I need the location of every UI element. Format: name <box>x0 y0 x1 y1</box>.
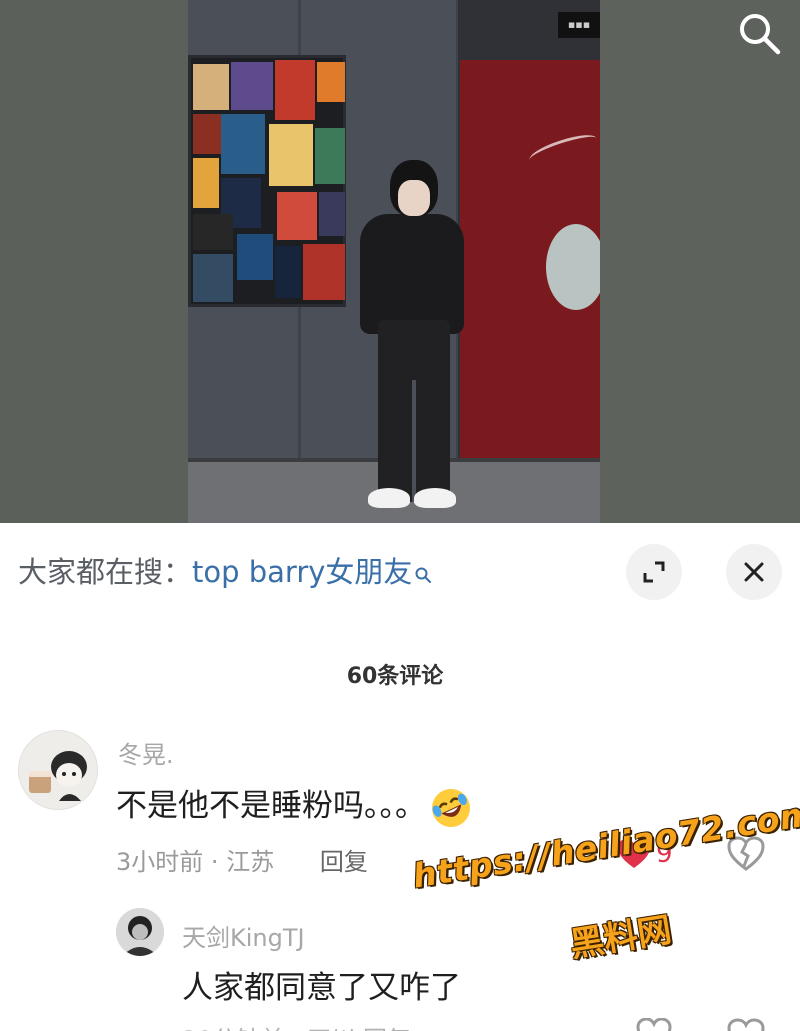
comment-text-body: 不是他不是睡粉吗。。。 <box>116 788 426 824</box>
poster <box>193 114 221 154</box>
comment-author[interactable]: 冬晃. <box>118 735 174 770</box>
meta-separator: · <box>210 848 219 876</box>
poster <box>319 192 345 236</box>
reply-author[interactable]: 天剑KingTJ <box>182 918 305 953</box>
poster <box>277 192 317 240</box>
search-suggestion[interactable]: 大家都在搜：top barry女朋友 <box>18 552 432 594</box>
poster-board <box>188 55 346 307</box>
broken-heart-icon <box>727 1018 765 1031</box>
door-window <box>546 224 600 310</box>
comment-meta: 3小时前 · 江苏 回复 <box>116 842 368 877</box>
comment-location: 江苏 <box>226 848 275 876</box>
poster <box>315 128 345 184</box>
poster <box>275 246 301 298</box>
expand-button[interactable] <box>626 544 682 600</box>
expand-icon <box>643 561 665 583</box>
person-jacket <box>360 214 464 334</box>
rofl-emoji-icon <box>430 787 472 829</box>
watermark-name: 黑料网 <box>567 909 675 966</box>
poster <box>231 62 273 110</box>
poster <box>237 234 273 280</box>
poster <box>193 214 233 250</box>
heart-outline-icon <box>636 1017 672 1031</box>
poster <box>317 62 345 102</box>
comment-count-title: 60条评论 <box>346 664 444 689</box>
small-search-icon <box>414 554 432 594</box>
poster <box>303 244 345 300</box>
search-suggestion-label: 大家都在搜： <box>18 555 193 589</box>
comment-time: 3小时前 <box>116 848 204 876</box>
poster <box>193 158 219 208</box>
avatar[interactable] <box>18 730 98 810</box>
search-icon[interactable] <box>734 8 784 58</box>
reply-dislike-button[interactable] <box>726 1018 766 1031</box>
poster <box>275 60 315 120</box>
reply-avatar[interactable] <box>116 908 164 956</box>
poster <box>193 64 229 110</box>
post-photo[interactable]: ▪▪▪ <box>0 0 800 523</box>
reply-button[interactable]: 回复 <box>320 848 368 876</box>
reply-text: 人家都同意了又咋了 <box>182 970 461 1006</box>
reply-like-button[interactable] <box>636 1017 672 1031</box>
reply-meta: 20分钟前 · 四川 回复 <box>182 1020 411 1031</box>
poster <box>193 254 233 302</box>
person-face <box>398 180 430 216</box>
poster <box>221 114 265 174</box>
person-shoe <box>414 488 456 508</box>
photo-blur-left <box>0 0 190 523</box>
poster <box>269 124 313 186</box>
close-icon <box>744 562 764 582</box>
search-suggestion-keyword[interactable]: top barry女朋友 <box>192 555 412 589</box>
photo-content: ▪▪▪ <box>188 0 600 523</box>
close-button[interactable] <box>726 544 782 600</box>
door-sign: ▪▪▪ <box>558 12 600 38</box>
person-leg-gap <box>412 380 416 502</box>
photo-blur-right <box>600 0 800 523</box>
person-shoe <box>368 488 410 508</box>
comment-text: 不是他不是睡粉吗。。。 <box>116 780 472 829</box>
